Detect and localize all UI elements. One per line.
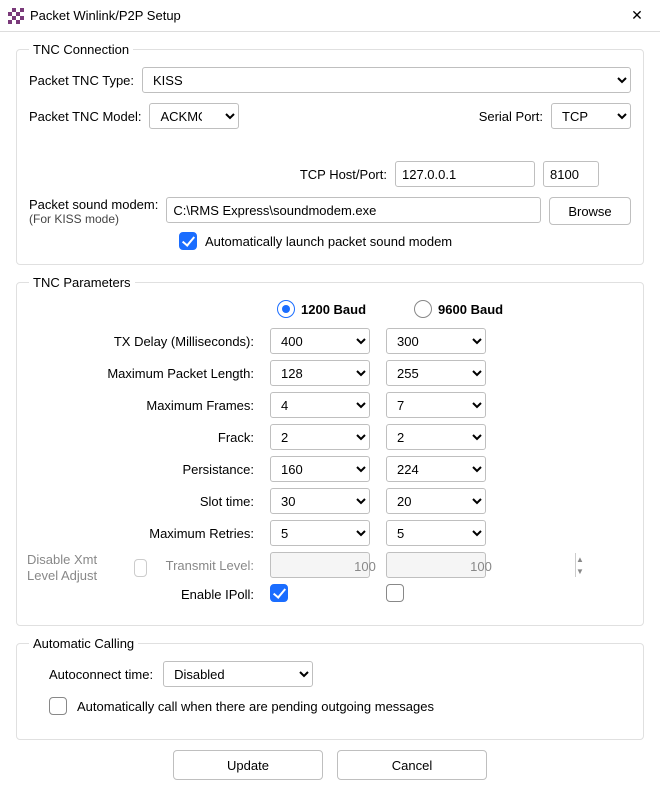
baud-9600-radio-item[interactable]: 9600 Baud (414, 300, 503, 318)
param-label: Slot time: (29, 494, 254, 509)
param-9600-select-2[interactable]: 7 (386, 392, 486, 418)
enable-ipoll-9600-checkbox[interactable] (386, 584, 404, 602)
disable-xmt-checkbox (134, 559, 147, 577)
param-label: Frack: (29, 430, 254, 445)
baud-1200-radio-item[interactable]: 1200 Baud (277, 300, 366, 318)
packet-tnc-type-select[interactable]: KISS (142, 67, 631, 93)
param-1200-select-6[interactable]: 5 (270, 520, 370, 546)
tcp-host-input[interactable] (395, 161, 535, 187)
param-1200-select-3[interactable]: 2 (270, 424, 370, 450)
param-9600-select-4[interactable]: 224 (386, 456, 486, 482)
title-bar: Packet Winlink/P2P Setup ✕ (0, 0, 660, 32)
serial-port-select[interactable]: TCP (551, 103, 631, 129)
param-1200-select-1[interactable]: 128 (270, 360, 370, 386)
browse-button[interactable]: Browse (549, 197, 631, 225)
app-icon (8, 8, 24, 24)
param-1200-select-2[interactable]: 4 (270, 392, 370, 418)
serial-port-label: Serial Port: (479, 109, 543, 124)
disable-xmt-level-adjust: Disable Xmt Level Adjust (27, 552, 147, 583)
enable-ipoll-1200-checkbox[interactable] (270, 584, 288, 602)
auto-call-pending-label: Automatically call when there are pendin… (77, 699, 434, 714)
param-label: Maximum Retries: (29, 526, 254, 541)
sound-modem-path-input[interactable] (166, 197, 541, 223)
close-icon: ✕ (631, 7, 643, 24)
param-9600-select-1[interactable]: 255 (386, 360, 486, 386)
param-1200-select-4[interactable]: 160 (270, 456, 370, 482)
auto-launch-label: Automatically launch packet sound modem (205, 234, 452, 249)
automatic-calling-group: Automatic Calling Autoconnect time: Disa… (16, 636, 644, 740)
baud-9600-radio[interactable] (414, 300, 432, 318)
autoconnect-time-label: Autoconnect time: (49, 667, 153, 682)
packet-tnc-type-label: Packet TNC Type: (29, 73, 134, 88)
tcp-port-input[interactable] (543, 161, 599, 187)
automatic-calling-legend: Automatic Calling (29, 636, 138, 651)
close-button[interactable]: ✕ (614, 0, 660, 32)
sound-modem-label: Packet sound modem: (29, 197, 158, 212)
transmit-level-9600-spinner: ▲▼ (386, 552, 486, 578)
update-button[interactable]: Update (173, 750, 323, 780)
tnc-connection-group: TNC Connection Packet TNC Type: KISS Pac… (16, 42, 644, 265)
tcp-host-port-label: TCP Host/Port: (300, 167, 387, 182)
cancel-button[interactable]: Cancel (337, 750, 487, 780)
packet-tnc-model-select[interactable]: ACKMODE (149, 103, 239, 129)
sound-modem-note: (For KISS mode) (29, 212, 158, 226)
param-9600-select-3[interactable]: 2 (386, 424, 486, 450)
param-1200-select-0[interactable]: 400 (270, 328, 370, 354)
param-label: Persistance: (29, 462, 254, 477)
baud-1200-radio[interactable] (277, 300, 295, 318)
packet-tnc-model-label: Packet TNC Model: (29, 109, 141, 124)
param-9600-select-0[interactable]: 300 (386, 328, 486, 354)
enable-ipoll-label: Enable IPoll: (29, 587, 254, 602)
param-label: Maximum Packet Length: (29, 366, 254, 381)
param-label: Maximum Frames: (29, 398, 254, 413)
auto-call-pending-checkbox[interactable] (49, 697, 67, 715)
window-title: Packet Winlink/P2P Setup (30, 8, 181, 23)
param-1200-select-5[interactable]: 30 (270, 488, 370, 514)
tnc-connection-legend: TNC Connection (29, 42, 133, 57)
spinner-up-icon: ▲ (576, 553, 584, 565)
auto-launch-checkbox[interactable] (179, 232, 197, 250)
param-9600-select-6[interactable]: 5 (386, 520, 486, 546)
tnc-parameters-group: TNC Parameters 1200 Baud 9600 Baud TX De… (16, 275, 644, 626)
param-9600-select-5[interactable]: 20 (386, 488, 486, 514)
param-label: TX Delay (Milliseconds): (29, 334, 254, 349)
spinner-down-icon: ▼ (576, 565, 584, 577)
autoconnect-time-select[interactable]: Disabled (163, 661, 313, 687)
tnc-parameters-legend: TNC Parameters (29, 275, 135, 290)
transmit-level-1200-spinner: ▲▼ (270, 552, 370, 578)
